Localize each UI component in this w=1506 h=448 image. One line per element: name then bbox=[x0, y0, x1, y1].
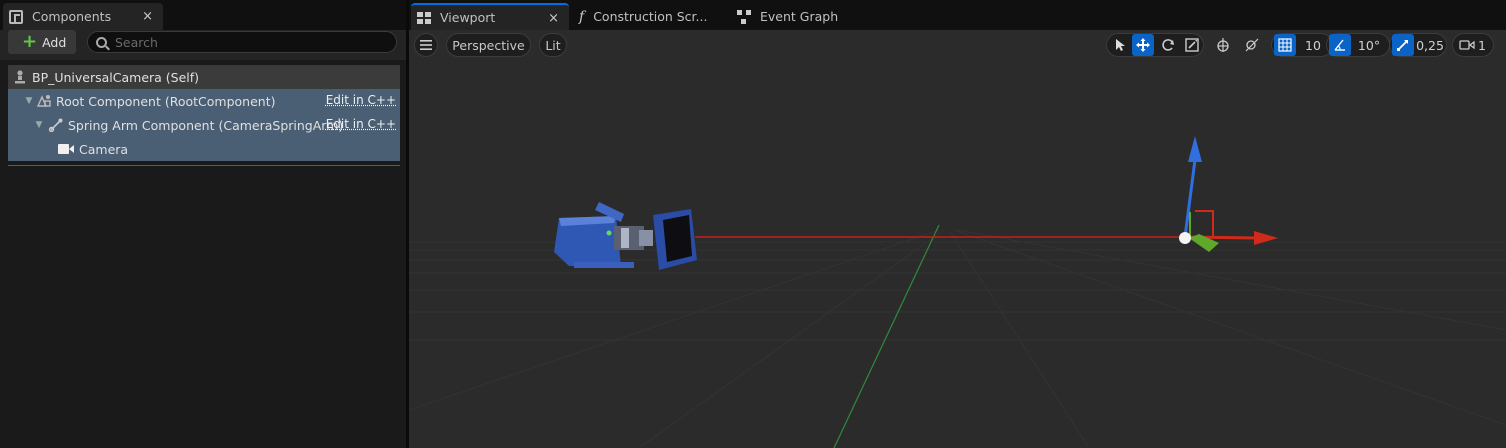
tree-row-root-component[interactable]: ▼ Root Component (RootComponent) Edit in… bbox=[8, 89, 400, 113]
tree-row-spring-arm[interactable]: ▼ Spring Arm Component (CameraSpringArm)… bbox=[8, 113, 400, 137]
rotate-tool-button[interactable] bbox=[1157, 33, 1179, 57]
scale-tool-button[interactable] bbox=[1181, 33, 1203, 57]
viewport-menu-button[interactable] bbox=[414, 33, 438, 57]
grid-icon bbox=[1278, 38, 1292, 52]
select-tool-button[interactable] bbox=[1110, 33, 1130, 57]
rotation-snap-value[interactable]: 10° bbox=[1353, 33, 1385, 57]
expand-arrow-icon[interactable]: ▼ bbox=[34, 120, 44, 130]
spring-arm-icon bbox=[48, 117, 64, 133]
cursor-icon bbox=[1116, 39, 1125, 51]
editor-tab-bar: Viewport × f Construction Scr... Event G… bbox=[409, 0, 1506, 30]
search-input[interactable] bbox=[115, 34, 385, 50]
close-icon[interactable]: × bbox=[142, 9, 153, 24]
translate-tool-button[interactable] bbox=[1132, 34, 1154, 56]
components-icon bbox=[9, 9, 23, 24]
scale-snap-toggle[interactable] bbox=[1392, 34, 1414, 56]
lit-button[interactable]: Lit bbox=[539, 33, 567, 57]
scale-snap-icon bbox=[1397, 40, 1408, 51]
tree-row-camera[interactable]: Camera bbox=[8, 137, 400, 161]
components-toolbar: + Add bbox=[0, 30, 406, 60]
transform-gizmo[interactable] bbox=[1179, 136, 1278, 252]
tab-event-graph[interactable]: Event Graph bbox=[731, 3, 851, 30]
left-tab-bar: Components × bbox=[0, 0, 406, 30]
edit-in-cpp-link[interactable]: Edit in C++ bbox=[326, 117, 396, 131]
camera-icon bbox=[57, 141, 75, 157]
camera-speed-value[interactable]: 1 bbox=[1475, 33, 1489, 57]
move-icon bbox=[1136, 38, 1150, 52]
add-button-label: Add bbox=[42, 34, 67, 50]
surface-snap-icon bbox=[1245, 38, 1259, 52]
search-box[interactable] bbox=[87, 31, 397, 53]
tab-event-graph-label: Event Graph bbox=[760, 9, 839, 24]
rotation-snap-toggle[interactable] bbox=[1329, 34, 1351, 56]
viewport-icon bbox=[417, 11, 431, 24]
scale-snap-value[interactable]: 0,25 bbox=[1415, 33, 1445, 57]
grid-snap-value[interactable]: 10 bbox=[1298, 33, 1328, 57]
surface-snapping-button[interactable] bbox=[1241, 33, 1263, 57]
tab-viewport[interactable]: Viewport × bbox=[411, 3, 569, 30]
search-icon bbox=[96, 36, 107, 48]
camera-speed-button[interactable] bbox=[1457, 33, 1477, 57]
world-local-toggle[interactable] bbox=[1212, 33, 1234, 57]
function-icon: f bbox=[579, 8, 585, 25]
expand-arrow-icon[interactable]: ▼ bbox=[24, 96, 34, 106]
camera-label: Camera bbox=[79, 141, 129, 157]
tab-construction-script[interactable]: f Construction Scr... bbox=[571, 3, 721, 30]
tree-row-self[interactable]: BP_UniversalCamera (Self) bbox=[8, 65, 400, 89]
plus-icon: + bbox=[22, 31, 38, 52]
hamburger-icon bbox=[420, 40, 432, 50]
grid-snap-toggle[interactable] bbox=[1274, 34, 1296, 56]
component-tree: BP_UniversalCamera (Self) ▼ Root Compone… bbox=[8, 65, 400, 161]
tab-construction-label: Construction Scr... bbox=[593, 9, 708, 24]
scale-icon bbox=[1185, 38, 1199, 52]
viewport[interactable]: Perspective Lit 10 10° 0,25 1 bbox=[409, 30, 1506, 448]
tab-components[interactable]: Components × bbox=[3, 3, 163, 30]
perspective-button[interactable]: Perspective bbox=[446, 33, 531, 57]
edit-in-cpp-link[interactable]: Edit in C++ bbox=[326, 93, 396, 107]
tab-viewport-label: Viewport bbox=[440, 10, 496, 25]
tab-components-label: Components bbox=[32, 9, 112, 24]
scene-component-icon bbox=[36, 93, 52, 109]
world-space-icon bbox=[1217, 38, 1229, 52]
root-component-label: Root Component (RootComponent) bbox=[56, 93, 276, 109]
divider bbox=[8, 165, 400, 166]
rotate-icon bbox=[1162, 39, 1174, 51]
viewport-scene bbox=[409, 136, 1506, 448]
close-icon[interactable]: × bbox=[548, 11, 559, 26]
event-graph-icon bbox=[737, 9, 751, 24]
self-label: BP_UniversalCamera (Self) bbox=[32, 69, 200, 85]
add-component-button[interactable]: + Add bbox=[8, 30, 76, 54]
components-panel: Components × + Add BP_UniversalCamera (S… bbox=[0, 0, 406, 448]
camera-speed-icon bbox=[1459, 40, 1475, 50]
angle-icon bbox=[1334, 39, 1345, 51]
spring-arm-label: Spring Arm Component (CameraSpringArm) bbox=[68, 117, 344, 133]
y-axis-grid-line bbox=[833, 224, 940, 448]
actor-icon bbox=[12, 69, 28, 85]
